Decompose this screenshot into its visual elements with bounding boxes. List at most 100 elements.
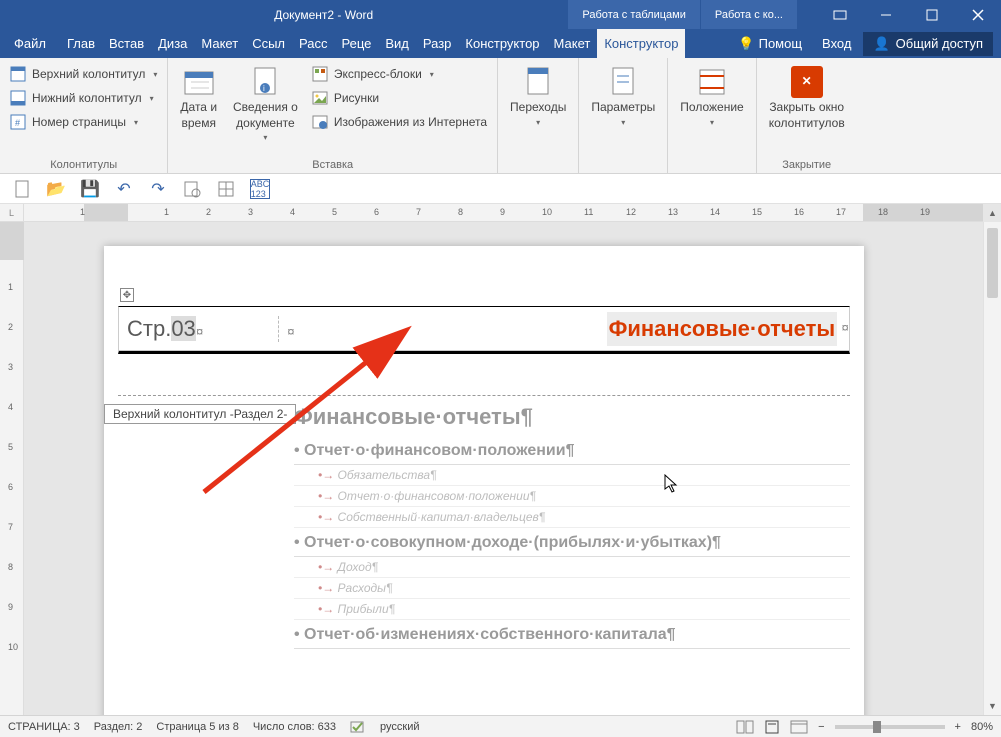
vertical-ruler[interactable]: 1 2 3 4 5 6 7 8 9 10: [0, 222, 24, 715]
undo-icon[interactable]: ↶: [114, 179, 134, 199]
header-button[interactable]: Верхний колонтитул▾: [6, 62, 161, 86]
read-mode-icon[interactable]: [736, 720, 754, 734]
body-s2-item: Расходы¶: [294, 578, 850, 599]
close-button[interactable]: [955, 0, 1001, 29]
tab-review[interactable]: Реце: [335, 29, 379, 58]
header-cell-page[interactable]: Стр.03¤: [119, 316, 279, 342]
group-navigation: Переходы▾: [498, 58, 579, 173]
pictures-button[interactable]: Рисунки: [308, 86, 491, 110]
web-layout-icon[interactable]: [790, 720, 808, 734]
contextual-tab-table-tools[interactable]: Работа с таблицами: [567, 0, 699, 29]
ruler-corner[interactable]: L: [0, 204, 24, 222]
scroll-down-icon[interactable]: ▼: [987, 699, 998, 713]
print-preview-icon[interactable]: [182, 179, 202, 199]
scroll-up-icon[interactable]: ▲: [987, 206, 998, 220]
vertical-scrollbar[interactable]: ▲ ▼: [983, 222, 1001, 715]
page-number-button[interactable]: # Номер страницы▾: [6, 110, 161, 134]
svg-text:#: #: [15, 118, 20, 128]
open-icon[interactable]: 📂: [46, 179, 66, 199]
tab-developer[interactable]: Разр: [416, 29, 459, 58]
tab-references[interactable]: Ссыл: [245, 29, 292, 58]
status-bar: СТРАНИЦА: 3 Раздел: 2 Страница 5 из 8 Чи…: [0, 715, 1001, 737]
table-icon[interactable]: [216, 179, 236, 199]
table-anchor-icon[interactable]: ✥: [120, 288, 134, 302]
scroll-thumb[interactable]: [987, 228, 998, 298]
tab-insert[interactable]: Встав: [102, 29, 151, 58]
doc-info-button[interactable]: i Сведения о документе▾: [227, 62, 304, 148]
close-header-label: Закрыть окно колонтитулов: [769, 100, 845, 131]
page-scroll[interactable]: ✥ Стр.03¤ ¤ Финансовые·отчеты ¤ Верхний …: [24, 222, 983, 715]
redo-icon[interactable]: ↷: [148, 179, 168, 199]
page-number-label: Номер страницы: [32, 115, 126, 129]
online-pictures-button[interactable]: Изображения из Интернета: [308, 110, 491, 134]
header-cell-mid[interactable]: ¤: [279, 316, 607, 342]
options-button[interactable]: Параметры▾: [585, 62, 661, 132]
ribbon-tabs: Файл Глав Встав Диза Макет Ссыл Расс Рец…: [0, 29, 1001, 58]
login-button[interactable]: Вход: [814, 36, 859, 51]
group-label-kolontituly: Колонтитулы: [6, 157, 161, 171]
footer-button[interactable]: Нижний колонтитул▾: [6, 86, 161, 110]
tab-mailings[interactable]: Расс: [292, 29, 334, 58]
pictures-label: Рисунки: [334, 91, 379, 105]
quick-access-toolbar: 📂 💾 ↶ ↷ ABC123: [0, 174, 1001, 204]
tab-table-layout[interactable]: Макет: [547, 29, 598, 58]
online-pictures-label: Изображения из Интернета: [334, 115, 487, 129]
navigation-button[interactable]: Переходы▾: [504, 62, 572, 132]
group-label-close: Закрытие: [763, 157, 851, 171]
header-icon: [10, 66, 26, 82]
zoom-slider[interactable]: [835, 725, 945, 729]
page-label-text: Стр.: [127, 316, 171, 341]
ribbon-body: Верхний колонтитул▾ Нижний колонтитул▾ #…: [0, 58, 1001, 174]
footer-label: Нижний колонтитул: [32, 91, 142, 105]
tab-header-design-active[interactable]: Конструктор: [597, 29, 685, 58]
body-s1-item: Обязательства¶: [294, 465, 850, 486]
print-layout-icon[interactable]: [764, 720, 780, 734]
maximize-button[interactable]: [909, 0, 955, 29]
tab-view[interactable]: Вид: [378, 29, 416, 58]
share-button[interactable]: 👤 Общий доступ: [863, 32, 993, 56]
page-num-field: 03: [171, 316, 195, 341]
header-table[interactable]: Стр.03¤ ¤ Финансовые·отчеты ¤: [118, 306, 850, 354]
ribbon-options-icon[interactable]: [817, 0, 863, 29]
tab-home[interactable]: Глав: [60, 29, 102, 58]
header-zone-label: Верхний колонтитул -Раздел 2-: [104, 404, 296, 424]
calendar-icon: [183, 66, 215, 98]
save-icon[interactable]: 💾: [80, 179, 100, 199]
horizontal-ruler[interactable]: 1 12 34 56 78 910 1112 1314 1516 1718 19: [24, 204, 983, 222]
spelling-icon[interactable]: ABC123: [250, 179, 270, 199]
options-label: Параметры: [591, 100, 655, 116]
page-number-icon: #: [10, 114, 26, 130]
date-time-label: Дата и время: [180, 100, 217, 131]
quick-parts-button[interactable]: Экспресс-блоки▾: [308, 62, 491, 86]
tab-file[interactable]: Файл: [0, 29, 60, 58]
page[interactable]: ✥ Стр.03¤ ¤ Финансовые·отчеты ¤ Верхний …: [104, 246, 864, 715]
minimize-button[interactable]: [863, 0, 909, 29]
group-vstavka: Дата и время i Сведения о документе▾ Экс…: [168, 58, 498, 173]
contextual-tab-header-tools[interactable]: Работа с ко...: [700, 0, 797, 29]
body-s2-item: Прибыли¶: [294, 599, 850, 620]
options-icon: [607, 66, 639, 98]
cursor-pointer-icon: [664, 474, 680, 494]
body-s1-item: Отчет·о·финансовом·положении¶: [294, 486, 850, 507]
tab-layout[interactable]: Макет: [194, 29, 245, 58]
person-icon: 👤: [873, 36, 889, 52]
tab-table-design[interactable]: Конструктор: [458, 29, 546, 58]
body-h1: Финансовые·отчеты¶: [294, 398, 850, 436]
position-icon: [696, 66, 728, 98]
document-area: L 1 12 34 56 78 910 1112 1314 1516 1718 …: [0, 204, 1001, 715]
quick-parts-icon: [312, 66, 328, 82]
tab-design[interactable]: Диза: [151, 29, 194, 58]
doc-info-label: Сведения о документе: [233, 100, 298, 131]
header-cell-title[interactable]: Финансовые·отчеты: [607, 312, 838, 346]
position-button[interactable]: Положение▾: [674, 62, 749, 132]
cell-marker: ¤: [196, 325, 204, 340]
date-time-button[interactable]: Дата и время: [174, 62, 223, 135]
new-doc-icon[interactable]: [12, 179, 32, 199]
close-header-button[interactable]: ✕ Закрыть окно колонтитулов: [763, 62, 851, 135]
help-button[interactable]: 💡 Помощ: [730, 36, 810, 52]
group-close: ✕ Закрыть окно колонтитулов Закрытие: [757, 58, 857, 173]
spell-check-icon[interactable]: [350, 720, 366, 734]
body-s2-item: Доход¶: [294, 557, 850, 578]
navigation-icon: [522, 66, 554, 98]
header-label: Верхний колонтитул: [32, 67, 145, 81]
